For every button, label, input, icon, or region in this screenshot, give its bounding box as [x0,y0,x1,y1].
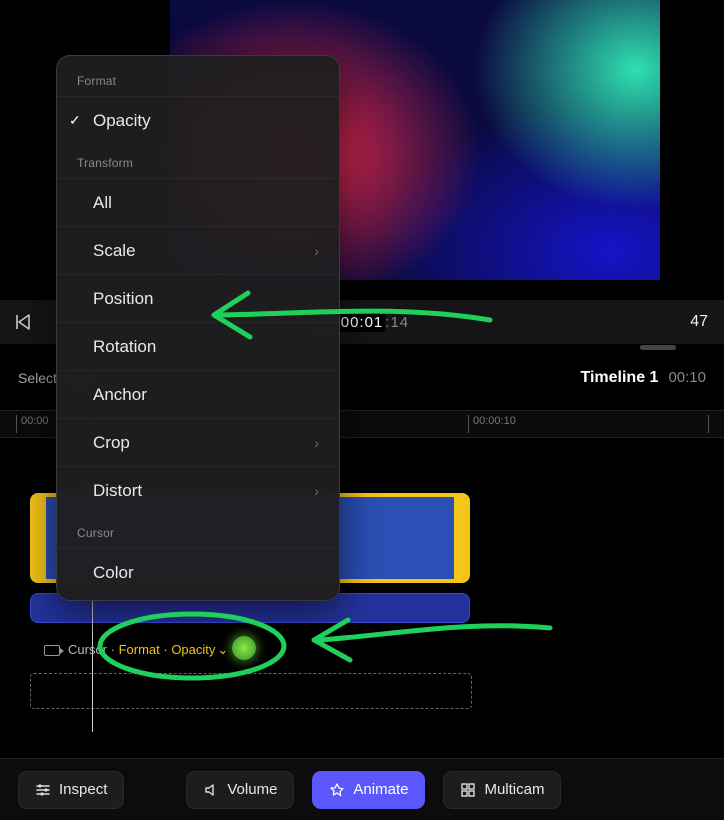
annotation-highlight-dot [232,636,256,660]
ruler-tick: 00:00:10 [468,415,516,433]
inspect-button[interactable]: Inspect [18,771,124,809]
ruler-tick: 00:00 [16,415,49,433]
chevron-down-icon[interactable]: ⌄ [217,642,228,657]
sliders-icon [35,782,51,798]
bottom-toolbar: Inspect Volume Animate Multicam [0,758,724,820]
menu-section-cursor: Cursor [57,514,339,548]
animate-icon [329,782,345,798]
clip-duration-secs: 47 [690,313,710,331]
animate-property-menu[interactable]: Format ✓ Opacity Transform All Scale › P… [56,55,340,601]
menu-item-opacity[interactable]: ✓ Opacity [57,96,339,144]
menu-item-label: Crop [93,433,130,453]
speaker-icon [203,782,219,798]
timeline-drag-handle[interactable] [640,345,676,350]
menu-item-label: Distort [93,481,142,501]
menu-item-scale[interactable]: Scale › [57,226,339,274]
multicam-button[interactable]: Multicam [443,771,561,809]
chevron-right-icon: › [314,243,319,259]
timeline-name[interactable]: Timeline 1 [580,369,658,387]
menu-item-color[interactable]: Color [57,548,339,596]
tc-selected: 00:01 [339,313,386,332]
check-icon: ✓ [69,112,81,129]
menu-item-label: Color [93,563,134,583]
volume-button[interactable]: Volume [186,771,294,809]
menu-item-label: Opacity [93,111,151,131]
animate-button[interactable]: Animate [312,771,425,809]
menu-item-position[interactable]: Position [57,274,339,322]
volume-label: Volume [227,781,277,798]
timeline-duration: 00:10 [668,369,706,386]
animate-label: Animate [353,781,408,798]
menu-section-transform: Transform [57,144,339,178]
grid-icon [460,782,476,798]
chevron-right-icon: › [314,483,319,499]
menu-item-crop[interactable]: Crop › [57,418,339,466]
inspect-label: Inspect [59,781,107,798]
camera-icon [44,645,60,656]
drop-target[interactable] [30,673,472,709]
menu-item-label: Scale [93,241,136,261]
skip-back-icon[interactable] [14,313,32,331]
chevron-right-icon: › [314,435,319,451]
multicam-label: Multicam [484,781,544,798]
menu-item-label: Anchor [93,385,147,405]
ruler-tick [708,415,713,433]
menu-item-distort[interactable]: Distort › [57,466,339,514]
menu-item-label: All [93,193,112,213]
cursor-row-prefix: Cursor [68,642,107,657]
menu-item-label: Position [93,289,153,309]
menu-section-format: Format [57,62,339,96]
cursor-row-opacity: Opacity [171,642,215,657]
menu-item-anchor[interactable]: Anchor [57,370,339,418]
tc-suffix: :14 [385,314,409,331]
cursor-row-format: Format [119,642,160,657]
menu-item-label: Rotation [93,337,156,357]
menu-item-rotation[interactable]: Rotation [57,322,339,370]
menu-item-all[interactable]: All [57,178,339,226]
